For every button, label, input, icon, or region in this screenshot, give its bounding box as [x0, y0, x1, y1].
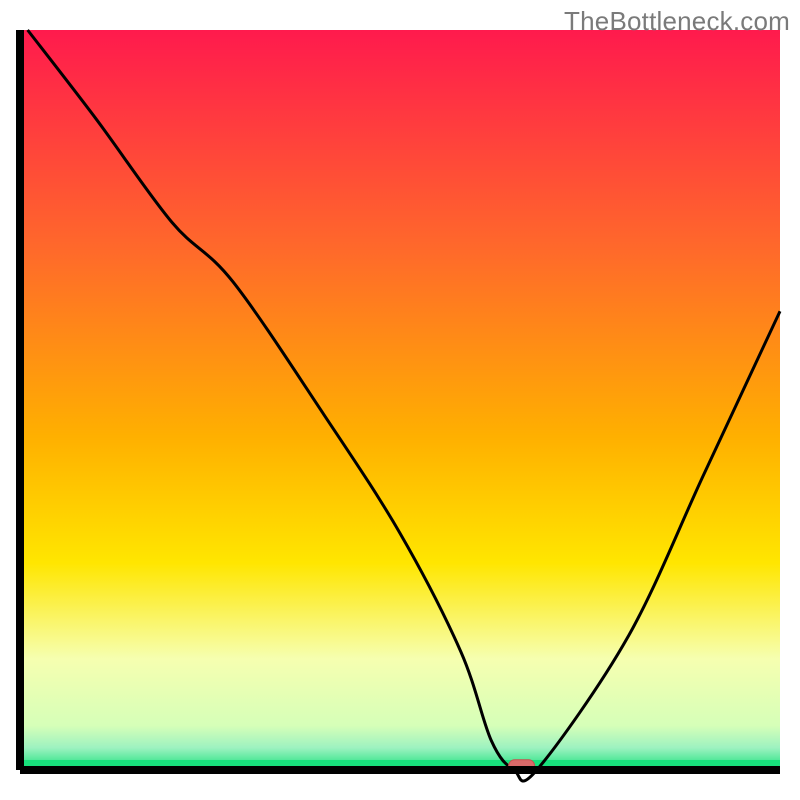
chart-background-gradient: [20, 30, 780, 770]
chart-container: TheBottleneck.com: [0, 0, 800, 800]
bottleneck-chart: [0, 0, 800, 800]
watermark-text: TheBottleneck.com: [564, 6, 790, 37]
